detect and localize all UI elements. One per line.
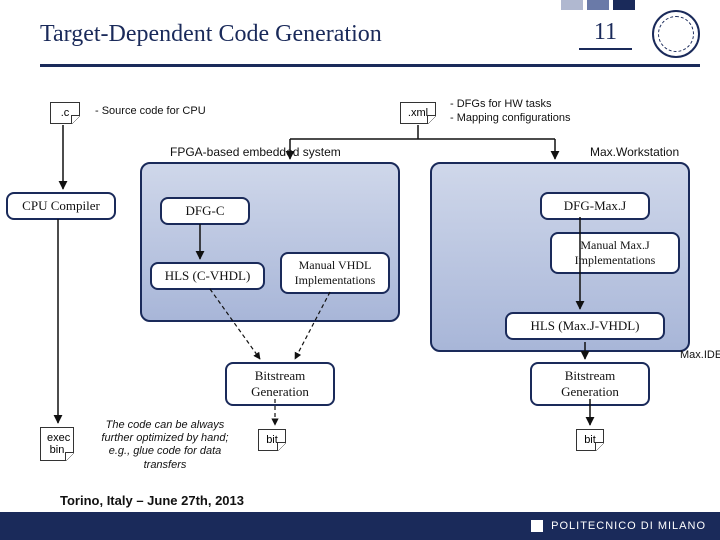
note-xml2: - Mapping configurations xyxy=(450,112,570,124)
file-xml: .xml xyxy=(400,102,436,124)
fpga-container xyxy=(140,162,400,322)
footer-venue: Torino, Italy – June 27th, 2013 xyxy=(60,493,244,508)
label-maxide: Max.IDE xyxy=(680,349,720,361)
file-exec-bin: exec bin xyxy=(40,427,74,461)
note-opt: The code can be always further optimized… xyxy=(90,419,240,472)
footer-bar: POLITECNICO DI MILANO xyxy=(0,512,720,540)
note-xml1: - DFGs for HW tasks xyxy=(450,98,551,110)
box-dfg-maxj: DFG-Max.J xyxy=(540,192,650,220)
box-manual-maxj: Manual Max.J Implementations xyxy=(550,232,680,274)
box-manual-vhdl: Manual VHDL Implementations xyxy=(280,252,390,294)
box-hls-cvhdl: HLS (C-VHDL) xyxy=(150,262,265,290)
label-maxws: Max.Workstation xyxy=(590,145,679,159)
box-dfg-c: DFG-C xyxy=(160,197,250,225)
box-bitgen-left: Bitstream Generation xyxy=(225,362,335,406)
box-cpu-compiler: CPU Compiler xyxy=(6,192,116,220)
box-bitgen-right: Bitstream Generation xyxy=(530,362,650,406)
polimi-logo-icon xyxy=(531,520,543,532)
page-number: 11 xyxy=(579,19,632,50)
file-bit-right: bit xyxy=(576,429,604,451)
note-c: - Source code for CPU xyxy=(95,105,206,117)
page-title: Target-Dependent Code Generation xyxy=(40,21,579,48)
file-bit-left: bit xyxy=(258,429,286,451)
polimi-seal-icon xyxy=(652,10,700,58)
label-fpga: FPGA-based embedded system xyxy=(170,145,341,159)
box-hls-maxj: HLS (Max.J-VHDL) xyxy=(505,312,665,340)
footer-brand: POLITECNICO DI MILANO xyxy=(551,520,706,532)
diagram-canvas: .c - Source code for CPU .xml - DFGs for… xyxy=(0,67,720,507)
file-c: .c xyxy=(50,102,80,124)
